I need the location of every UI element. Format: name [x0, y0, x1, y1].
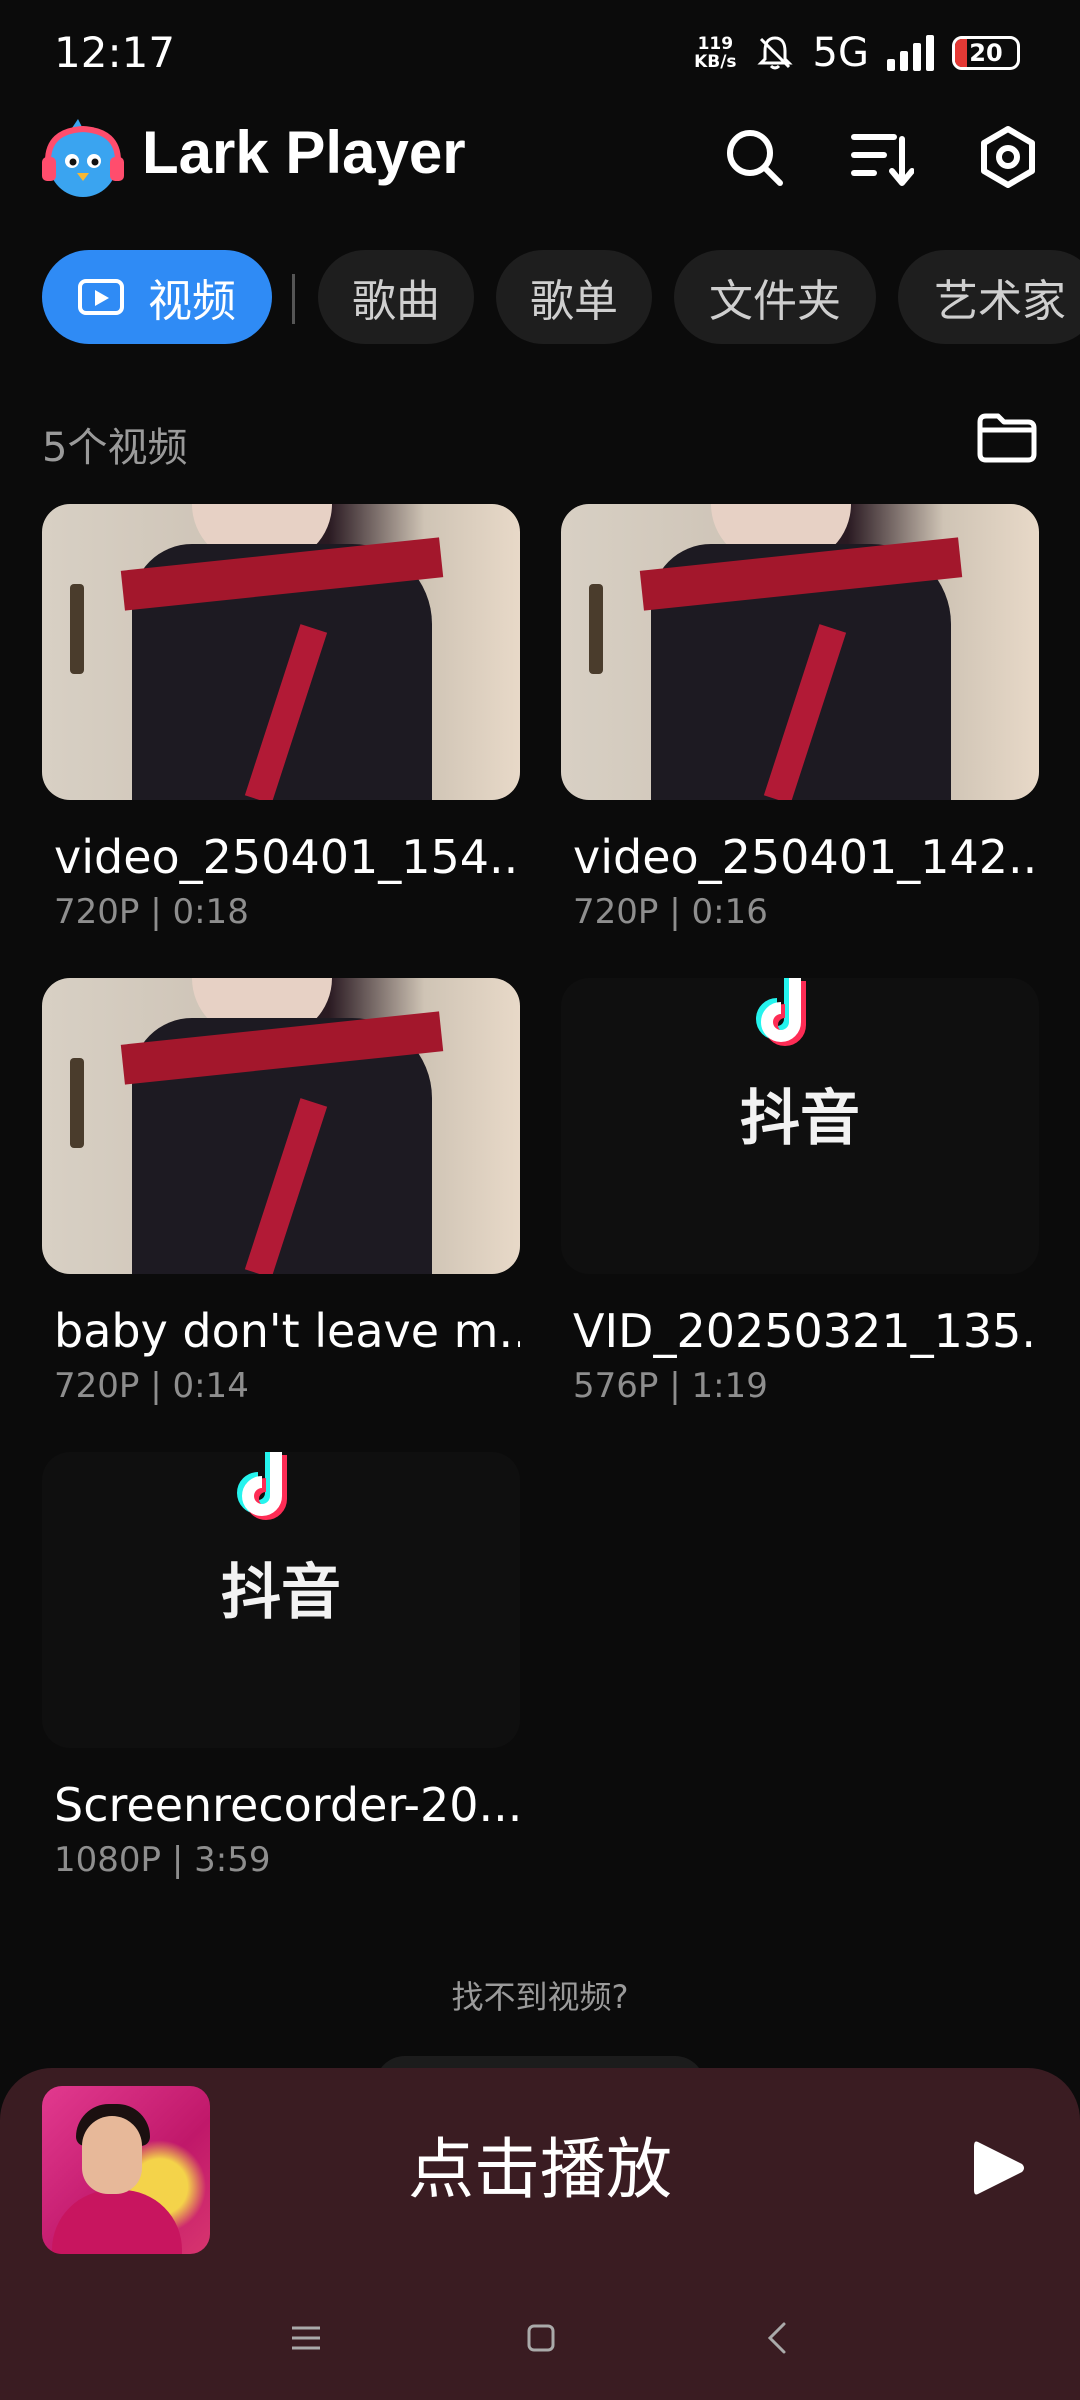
- video-card[interactable]: video_250401_154... 720P | 0:18: [42, 504, 520, 932]
- video-title: VID_20250321_135...: [573, 1304, 1039, 1358]
- video-card[interactable]: 抖音 Screenrecorder-20... 1080P | 3:59: [42, 1452, 520, 1880]
- status-bar: 12:17 119 KB/s 5G 20: [0, 0, 1080, 110]
- thumbnail-text: 抖音: [221, 1558, 341, 1628]
- video-meta: 576P | 1:19: [573, 1366, 768, 1406]
- video-card[interactable]: 抖音 VID_20250321_135... 576P | 1:19: [561, 978, 1039, 1406]
- status-icons: 119 KB/s 5G 20: [694, 30, 1020, 76]
- tab-folders[interactable]: 文件夹: [674, 250, 876, 344]
- tab-label: 文件夹: [709, 276, 841, 327]
- video-meta: 1080P | 3:59: [54, 1840, 271, 1880]
- tab-label: 歌单: [530, 276, 618, 327]
- net-speed-value: 119: [697, 34, 734, 54]
- video-count: 5个视频: [42, 425, 188, 471]
- not-found-link[interactable]: 找不到视频?: [0, 1972, 1080, 2018]
- tab-divider: [292, 274, 295, 324]
- tab-label: 视频: [148, 276, 236, 327]
- player-prompt[interactable]: 点击播放: [0, 2116, 1080, 2212]
- battery-percent: 20: [969, 39, 1003, 67]
- back-nav-icon[interactable]: [758, 2318, 798, 2358]
- tab-artists[interactable]: 艺术家: [898, 250, 1080, 344]
- settings-icon[interactable]: [976, 125, 1040, 189]
- category-tabs: 视频 歌曲 歌单 文件夹 艺术家: [0, 250, 1080, 350]
- app-title: Lark Player: [142, 119, 466, 186]
- video-meta: 720P | 0:14: [54, 1366, 249, 1406]
- search-icon[interactable]: [722, 125, 786, 189]
- network-type: 5G: [812, 30, 869, 76]
- home-nav-icon[interactable]: [521, 2318, 561, 2358]
- video-thumbnail[interactable]: 抖音: [42, 1452, 520, 1748]
- video-thumbnail[interactable]: [561, 504, 1039, 800]
- douyin-logo-icon: [237, 1452, 287, 1520]
- net-speed: 119 KB/s: [694, 35, 736, 71]
- tab-videos[interactable]: 视频: [42, 250, 272, 344]
- tab-label: 歌曲: [352, 276, 440, 327]
- video-card[interactable]: video_250401_142... 720P | 0:16: [561, 504, 1039, 932]
- video-card[interactable]: baby don't leave m... 720P | 0:14: [42, 978, 520, 1406]
- mini-player[interactable]: 点击播放: [0, 2068, 1080, 2400]
- signal-icon: [887, 35, 934, 71]
- net-speed-unit: KB/s: [694, 52, 737, 72]
- app-header: Lark Player: [0, 110, 1080, 250]
- battery-icon: 20: [952, 36, 1020, 70]
- thumbnail-text: 抖音: [740, 1084, 860, 1154]
- video-meta: 720P | 0:16: [573, 892, 768, 932]
- video-title: video_250401_142...: [573, 830, 1039, 884]
- play-icon[interactable]: [968, 2136, 1028, 2200]
- menu-nav-icon[interactable]: [286, 2318, 326, 2358]
- video-title: Screenrecorder-20...: [54, 1778, 520, 1832]
- video-title: baby don't leave m...: [54, 1304, 520, 1358]
- status-time: 12:17: [54, 28, 176, 77]
- bell-off-icon: [756, 36, 793, 70]
- video-thumbnail[interactable]: [42, 978, 520, 1274]
- video-thumbnail[interactable]: 抖音: [561, 978, 1039, 1274]
- lark-logo-icon: [42, 119, 124, 197]
- folder-icon[interactable]: [976, 412, 1038, 464]
- video-thumbnail[interactable]: [42, 504, 520, 800]
- tab-songs[interactable]: 歌曲: [318, 250, 474, 344]
- video-meta: 720P | 0:18: [54, 892, 249, 932]
- video-title: video_250401_154...: [54, 830, 520, 884]
- tab-label: 艺术家: [934, 276, 1066, 327]
- douyin-logo-icon: [756, 978, 806, 1046]
- sort-icon[interactable]: [850, 125, 914, 189]
- video-play-icon: [78, 279, 124, 315]
- tab-playlists[interactable]: 歌单: [496, 250, 652, 344]
